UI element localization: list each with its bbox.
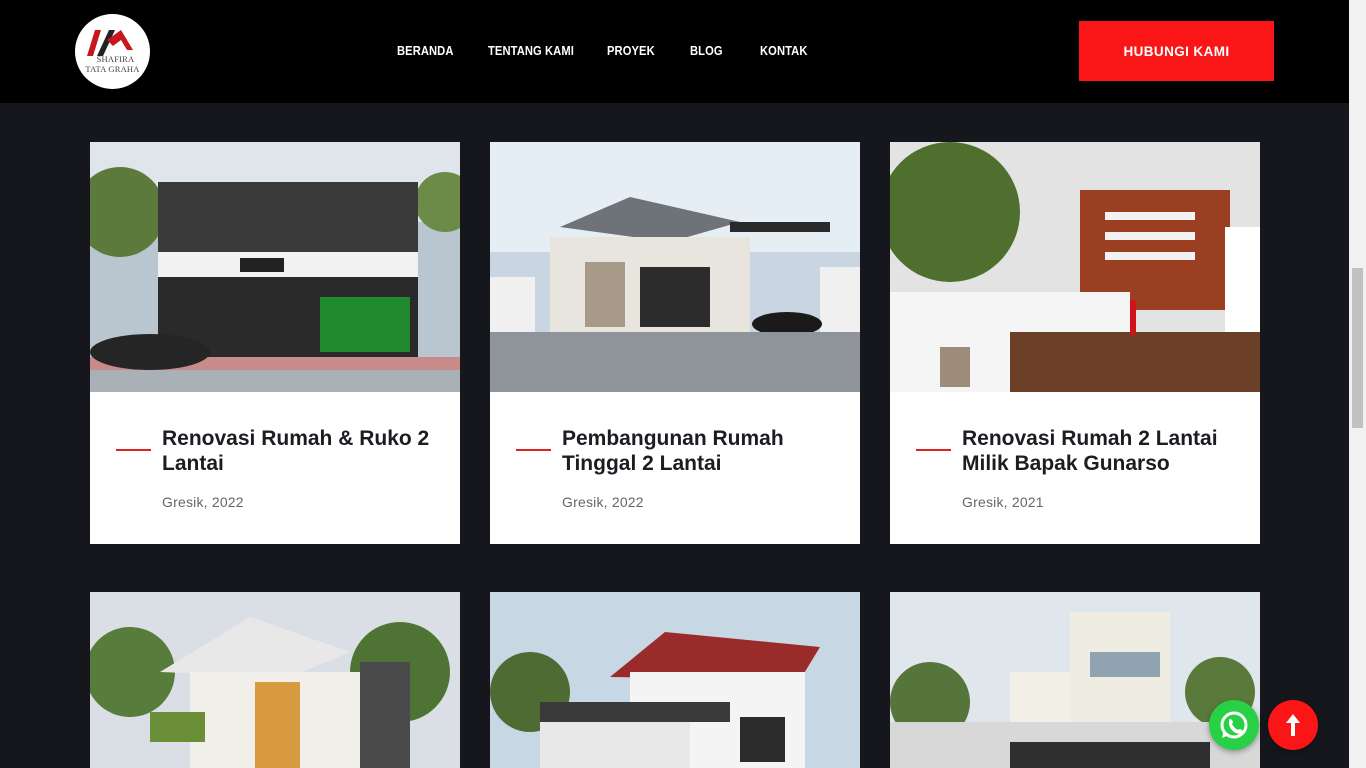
project-image[interactable]: [90, 142, 460, 392]
contact-us-button[interactable]: HUBUNGI KAMI: [1079, 21, 1274, 81]
logo-text-line2: TATA GRAHA: [85, 64, 140, 74]
project-meta: Gresik, 2021: [962, 494, 1044, 510]
logo-mark-icon: [87, 30, 133, 56]
title-accent-line: [916, 449, 951, 451]
scroll-top-button[interactable]: [1268, 700, 1318, 750]
project-card[interactable]: [490, 592, 860, 768]
nav-item-tentang-kami[interactable]: TENTANG KAMI: [488, 43, 574, 58]
page-scrollbar[interactable]: [1349, 0, 1366, 768]
title-accent-line: [116, 449, 151, 451]
site-logo[interactable]: SHAFIRA TATA GRAHA: [75, 14, 150, 89]
whatsapp-icon: [1220, 711, 1248, 739]
project-card[interactable]: [890, 592, 1260, 768]
nav-item-beranda[interactable]: BERANDA: [397, 43, 454, 58]
title-accent-line: [516, 449, 551, 451]
nav-item-blog[interactable]: BLOG: [690, 43, 723, 58]
arrow-up-icon: [1286, 714, 1300, 736]
project-image[interactable]: [490, 142, 860, 392]
project-image[interactable]: [490, 592, 860, 768]
project-card[interactable]: Renovasi Rumah 2 Lantai Milik Bapak Guna…: [890, 142, 1260, 544]
logo-text-line1: SHAFIRA: [96, 54, 135, 64]
project-card[interactable]: [90, 592, 460, 768]
project-meta: Gresik, 2022: [562, 494, 644, 510]
project-image[interactable]: [90, 592, 460, 768]
project-meta: Gresik, 2022: [162, 494, 244, 510]
whatsapp-button[interactable]: [1209, 700, 1259, 750]
project-card[interactable]: Renovasi Rumah & Ruko 2 Lantai Gresik, 2…: [90, 142, 460, 544]
site-header: SHAFIRA TATA GRAHA BERANDA TENTANG KAMI …: [0, 0, 1366, 103]
project-card-body: Renovasi Rumah & Ruko 2 Lantai Gresik, 2…: [90, 392, 460, 544]
project-image[interactable]: [890, 142, 1260, 392]
nav-item-proyek[interactable]: PROYEK: [607, 43, 655, 58]
project-title[interactable]: Renovasi Rumah 2 Lantai Milik Bapak Guna…: [962, 426, 1247, 476]
project-title[interactable]: Renovasi Rumah & Ruko 2 Lantai: [162, 426, 447, 476]
project-image[interactable]: [890, 592, 1260, 768]
project-card-body: Renovasi Rumah 2 Lantai Milik Bapak Guna…: [890, 392, 1260, 544]
project-card[interactable]: Pembangunan Rumah Tinggal 2 Lantai Gresi…: [490, 142, 860, 544]
project-title[interactable]: Pembangunan Rumah Tinggal 2 Lantai: [562, 426, 847, 476]
project-card-body: Pembangunan Rumah Tinggal 2 Lantai Gresi…: [490, 392, 860, 544]
scrollbar-thumb[interactable]: [1352, 268, 1363, 428]
nav-item-kontak[interactable]: KONTAK: [760, 43, 808, 58]
